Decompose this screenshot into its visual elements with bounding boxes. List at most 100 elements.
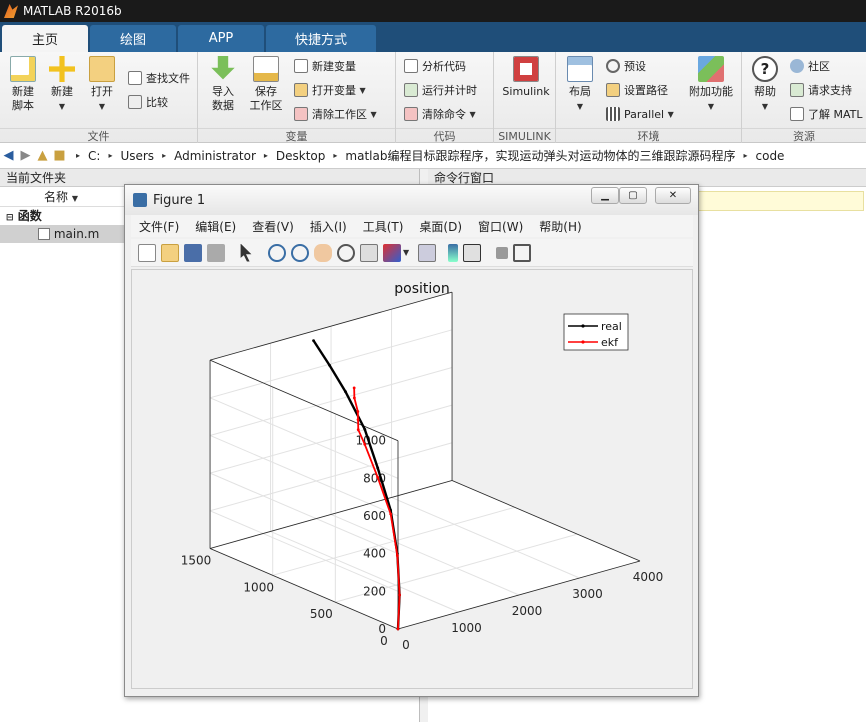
- new-figure-icon[interactable]: [137, 243, 156, 262]
- tab-plots[interactable]: 绘图: [90, 25, 176, 52]
- import-data-button[interactable]: 导入 数据: [206, 56, 240, 113]
- breadcrumb-item[interactable]: Desktop: [276, 149, 326, 163]
- breadcrumb-item[interactable]: matlab编程目标跟踪程序，实现运动弹头对运动物体的三维跟踪源码程序: [345, 147, 735, 164]
- set-path-icon: [606, 83, 620, 97]
- close-button[interactable]: ✕: [655, 187, 691, 204]
- breadcrumb-separator-icon[interactable]: ▸: [264, 151, 268, 160]
- new-variable-button[interactable]: 新建变量: [294, 56, 356, 76]
- z-tick-label: 200: [363, 584, 386, 598]
- layout-button[interactable]: 布局 ▼: [564, 56, 596, 114]
- community-button[interactable]: 社区: [790, 56, 830, 76]
- position-chart[interactable]: 0100020003000400005001000150002004006008…: [132, 270, 692, 688]
- file-item-main[interactable]: main.m: [0, 225, 126, 243]
- new-button[interactable]: 新建 ▼: [46, 56, 78, 114]
- clear-workspace-button[interactable]: 清除工作区 ▼: [294, 104, 377, 124]
- legend-label-real: real: [601, 320, 622, 333]
- save-workspace-button[interactable]: 保存 工作区: [246, 56, 286, 113]
- open-variable-button[interactable]: 打开变量 ▼: [294, 80, 366, 100]
- folder-root-icon[interactable]: ▸: [76, 151, 80, 160]
- breadcrumb-item[interactable]: code: [756, 149, 785, 163]
- minimize-button[interactable]: ▁: [591, 187, 619, 204]
- clear-workspace-icon: [294, 107, 308, 121]
- brush-dropdown-icon[interactable]: ▼: [403, 248, 409, 257]
- show-plot-tools-icon[interactable]: [512, 243, 531, 262]
- app-title-bar: MATLAB R2016b: [0, 0, 866, 22]
- tab-apps[interactable]: APP: [178, 25, 264, 52]
- breadcrumb-item[interactable]: C:: [88, 149, 100, 163]
- code-group: 分析代码 运行并计时 清除命令 ▼ 代码: [396, 52, 494, 143]
- analyze-code-icon: [404, 59, 418, 73]
- help-icon: ?: [752, 56, 778, 82]
- figure-toolbar: ▼: [131, 239, 693, 267]
- environment-group: 布局 ▼ 预设 设置路径 Parallel ▼ 附加功能 ▼ 环境: [556, 52, 742, 143]
- data-cursor-icon[interactable]: [359, 243, 378, 262]
- rotate-3d-icon[interactable]: [336, 243, 355, 262]
- breadcrumb-separator-icon[interactable]: ▸: [162, 151, 166, 160]
- learn-matlab-button[interactable]: 了解 MATL: [790, 104, 866, 124]
- breadcrumb-item[interactable]: Administrator: [174, 149, 256, 163]
- parallel-button[interactable]: Parallel ▼: [606, 104, 674, 124]
- find-files-button[interactable]: 查找文件: [128, 68, 190, 88]
- pointer-icon[interactable]: [240, 243, 252, 262]
- forward-icon[interactable]: ▶: [17, 148, 34, 163]
- y-tick-label: 1000: [243, 580, 274, 594]
- simulink-group-label: SIMULINK: [494, 128, 555, 143]
- legend-marker-real: [581, 324, 585, 328]
- add-ons-button[interactable]: 附加功能 ▼: [686, 56, 736, 114]
- help-button[interactable]: ? 帮助 ▼: [750, 56, 780, 114]
- community-icon: [790, 59, 804, 73]
- legend-icon[interactable]: [463, 243, 482, 262]
- set-path-button[interactable]: 设置路径: [606, 80, 668, 100]
- open-file-icon[interactable]: [160, 243, 179, 262]
- new-script-button[interactable]: 新建 脚本: [6, 56, 40, 113]
- breadcrumb-separator-icon[interactable]: ▸: [108, 151, 112, 160]
- figure-menu-item[interactable]: 窗口(W): [478, 218, 523, 235]
- browse-folder-icon[interactable]: ■: [51, 148, 68, 163]
- link-plot-icon[interactable]: [417, 243, 436, 262]
- hide-plot-tools-icon[interactable]: [495, 246, 508, 259]
- open-button[interactable]: 打开 ▼: [86, 56, 118, 114]
- breadcrumb-item[interactable]: Users: [120, 149, 154, 163]
- figure-menu-item[interactable]: 工具(T): [363, 218, 404, 235]
- tab-shortcuts[interactable]: 快捷方式: [266, 25, 376, 52]
- figure-window[interactable]: Figure 1 ▁ ▢ ✕ 文件(F) 编辑(E) 查看(V) 插入(I) 工具(T)…: [124, 184, 699, 697]
- collapse-icon[interactable]: ⊟: [6, 213, 14, 223]
- back-icon[interactable]: ◀: [0, 148, 17, 163]
- x-tick-label: 2000: [512, 604, 543, 618]
- figure-menu-item[interactable]: 帮助(H): [539, 218, 581, 235]
- colorbar-icon[interactable]: [448, 243, 459, 262]
- z-tick-label: 600: [363, 509, 386, 523]
- series-point-ekf: [396, 627, 400, 631]
- simulink-group: Simulink SIMULINK: [494, 52, 556, 143]
- support-icon: [790, 83, 804, 97]
- tab-home[interactable]: 主页: [2, 25, 88, 52]
- request-support-button[interactable]: 请求支持: [790, 80, 852, 100]
- print-icon[interactable]: [206, 243, 225, 262]
- zoom-in-icon[interactable]: [267, 243, 286, 262]
- analyze-code-button[interactable]: 分析代码: [404, 56, 466, 76]
- up-folder-icon[interactable]: ▲: [34, 148, 51, 163]
- figure-menu-item[interactable]: 文件(F): [139, 218, 179, 235]
- figure-menu-item[interactable]: 查看(V): [252, 218, 294, 235]
- compare-button[interactable]: 比较: [128, 92, 168, 112]
- brush-icon[interactable]: [382, 243, 401, 262]
- ribbon: 新建 脚本 新建 ▼ 打开 ▼ 查找文件 比较 文件 导入 数据 保存 工作区 新建…: [0, 52, 866, 143]
- pan-icon[interactable]: [313, 243, 332, 262]
- clear-commands-button[interactable]: 清除命令 ▼: [404, 104, 476, 124]
- preferences-button[interactable]: 预设: [606, 56, 646, 76]
- zoom-out-icon[interactable]: [290, 243, 309, 262]
- figure-menu-item[interactable]: 编辑(E): [195, 218, 236, 235]
- figure-menu-item[interactable]: 桌面(D): [419, 218, 462, 235]
- variable-group-label: 变量: [198, 128, 395, 143]
- figure-menu-item[interactable]: 插入(I): [310, 218, 347, 235]
- folder-icon: [89, 56, 115, 82]
- plot-area[interactable]: 0 1000 2000 3000 4000 0 500 1000 1500 0 200 400 600 8…: [131, 269, 693, 689]
- save-workspace-icon: [253, 56, 279, 82]
- breadcrumb-separator-icon[interactable]: ▸: [333, 151, 337, 160]
- breadcrumb-separator-icon[interactable]: ▸: [743, 151, 747, 160]
- x-tick-label: 4000: [633, 570, 664, 584]
- run-and-time-button[interactable]: 运行并计时: [404, 80, 477, 100]
- simulink-button[interactable]: Simulink: [500, 56, 552, 99]
- maximize-button[interactable]: ▢: [619, 187, 647, 204]
- save-icon[interactable]: [183, 243, 202, 262]
